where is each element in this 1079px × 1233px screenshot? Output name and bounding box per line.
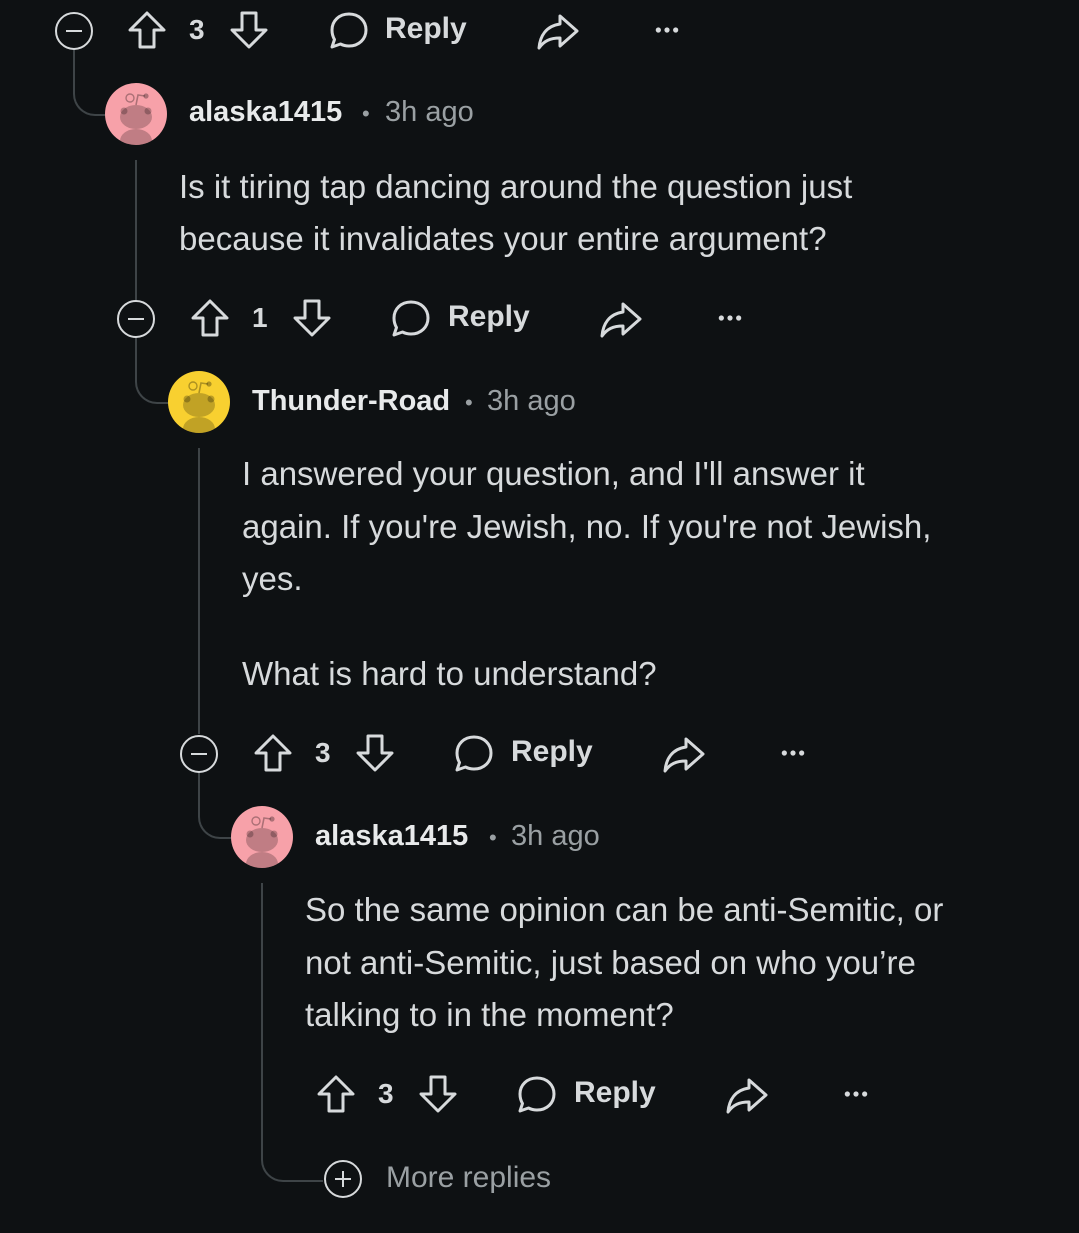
- timestamp: 3h ago: [487, 385, 576, 417]
- snoo-avatar-icon: [231, 806, 293, 868]
- thread-connector: [73, 50, 107, 116]
- thread-line: [135, 160, 137, 300]
- comment-text-line: not anti-Semitic, just based on who you’…: [305, 944, 916, 981]
- separator-dot: •: [362, 101, 370, 126]
- snoo-avatar-icon: [105, 83, 167, 145]
- reply-bubble-icon[interactable]: [516, 1074, 558, 1116]
- more-options-icon[interactable]: [843, 1089, 869, 1099]
- vote-count: 1: [252, 302, 268, 333]
- avatar[interactable]: [105, 83, 167, 145]
- upvote-icon[interactable]: [190, 298, 230, 338]
- username[interactable]: alaska1415: [189, 96, 342, 129]
- avatar[interactable]: [231, 806, 293, 868]
- collapse-thread-button[interactable]: [180, 735, 218, 773]
- share-icon[interactable]: [536, 11, 580, 51]
- comment-text-line: talking to in the moment?: [305, 996, 674, 1033]
- reply-button[interactable]: Reply: [511, 735, 593, 769]
- reply-button[interactable]: Reply: [574, 1076, 656, 1110]
- username[interactable]: alaska1415: [315, 820, 468, 853]
- upvote-icon[interactable]: [253, 733, 293, 773]
- more-replies-link[interactable]: More replies: [386, 1161, 551, 1195]
- avatar[interactable]: [168, 371, 230, 433]
- timestamp: 3h ago: [511, 820, 600, 852]
- vote-count: 3: [378, 1078, 394, 1109]
- more-options-icon[interactable]: [780, 748, 806, 758]
- expand-more-replies-button[interactable]: [324, 1160, 362, 1198]
- reply-bubble-icon[interactable]: [390, 298, 432, 340]
- comment-text-line: So the same opinion can be anti-Semitic,…: [305, 891, 944, 928]
- reply-bubble-icon[interactable]: [328, 10, 370, 52]
- more-options-icon[interactable]: [717, 313, 743, 323]
- upvote-icon[interactable]: [316, 1074, 356, 1114]
- reply-button[interactable]: Reply: [385, 12, 467, 46]
- reply-button[interactable]: Reply: [448, 300, 530, 334]
- thread-connector: [135, 338, 170, 404]
- separator-dot: •: [465, 390, 473, 415]
- collapse-thread-button[interactable]: [55, 12, 93, 50]
- comment-text-line: I answered your question, and I'll answe…: [242, 455, 865, 492]
- comment-text-line: yes.: [242, 560, 303, 597]
- username[interactable]: Thunder-Road: [252, 385, 450, 418]
- comment-text-line: Is it tiring tap dancing around the ques…: [179, 168, 853, 205]
- collapse-thread-button[interactable]: [117, 300, 155, 338]
- downvote-icon[interactable]: [229, 10, 269, 50]
- thread-line: [198, 448, 200, 734]
- upvote-icon[interactable]: [127, 10, 167, 50]
- share-icon[interactable]: [725, 1075, 769, 1115]
- comment-text-line: What is hard to understand?: [242, 655, 657, 692]
- comment-text-line: because it invalidates your entire argum…: [179, 220, 827, 257]
- more-options-icon[interactable]: [654, 25, 680, 35]
- thread-connector: [198, 773, 233, 839]
- downvote-icon[interactable]: [355, 733, 395, 773]
- snoo-avatar-icon: [168, 371, 230, 433]
- downvote-icon[interactable]: [292, 298, 332, 338]
- share-icon[interactable]: [599, 299, 643, 339]
- comment-text-line: again. If you're Jewish, no. If you're n…: [242, 508, 932, 545]
- share-icon[interactable]: [662, 734, 706, 774]
- vote-count: 3: [189, 14, 205, 45]
- reply-bubble-icon[interactable]: [453, 733, 495, 775]
- downvote-icon[interactable]: [418, 1074, 458, 1114]
- vote-count: 3: [315, 737, 331, 768]
- timestamp: 3h ago: [385, 96, 474, 128]
- separator-dot: •: [489, 825, 497, 850]
